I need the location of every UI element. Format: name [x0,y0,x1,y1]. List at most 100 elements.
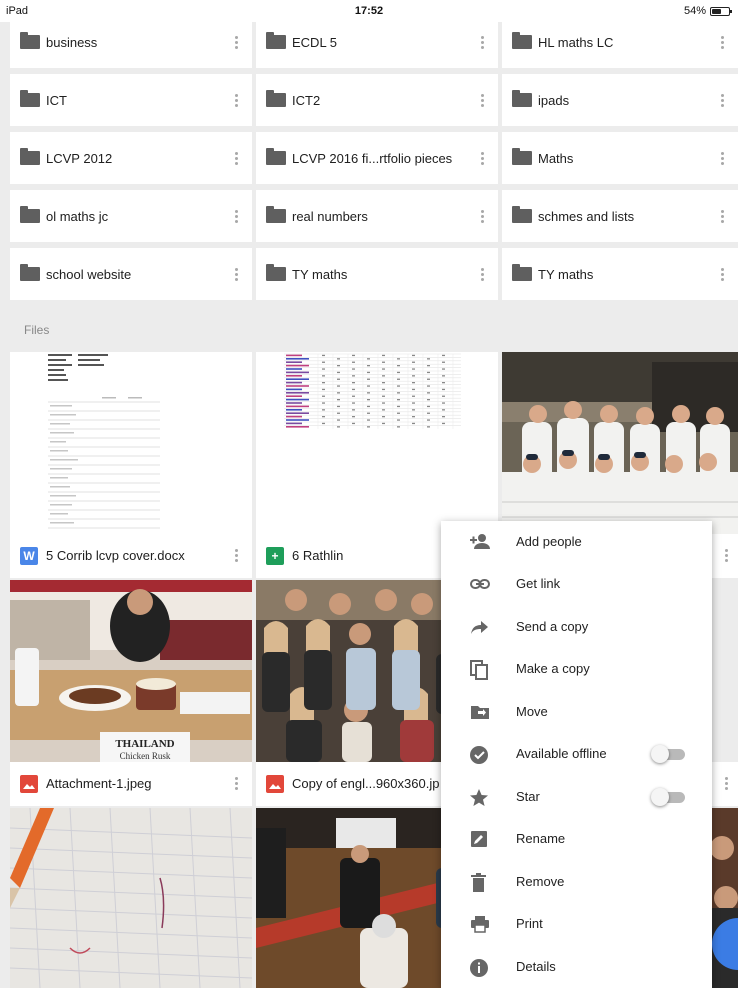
more-options-icon[interactable] [724,777,728,790]
menu-item-rename[interactable]: Rename [441,818,712,860]
folder-item[interactable]: LCVP 2016 fi...rtfolio pieces [256,132,498,184]
files-section-header: Files [0,312,738,350]
more-options-icon[interactable] [720,267,724,281]
word-doc-icon: W [20,547,38,565]
menu-item-label: Get link [516,576,561,591]
files-header-label: Files [24,323,50,337]
more-options-icon[interactable] [720,93,724,107]
info-icon [469,958,489,977]
folder-item[interactable]: TY maths [502,248,738,300]
file-context-menu: Add people Get link Send a copy Make a copy… [441,521,712,988]
file-thumbnail-team-photo[interactable] [502,352,738,534]
menu-item-remove[interactable]: Remove [441,861,712,903]
more-options-icon[interactable] [724,549,728,562]
menu-item-label: Move [516,704,548,719]
more-options-icon[interactable] [234,777,238,790]
file-item-docx[interactable]: W 5 Corrib lcvp cover.docx [10,534,252,578]
menu-item-label: Available offline [516,746,607,761]
menu-item-add-people[interactable]: Add people [441,521,712,563]
more-options-icon[interactable] [480,267,484,281]
more-options-icon[interactable] [720,151,724,165]
folder-icon [20,264,40,281]
image-file-icon [20,775,38,793]
menu-item-available-offline[interactable]: Available offline [441,733,712,775]
menu-item-get-link[interactable]: Get link [441,563,712,605]
more-options-icon[interactable] [234,209,238,223]
file-item-attachment[interactable]: Attachment-1.jpeg [10,762,252,806]
more-options-icon[interactable] [234,35,238,49]
share-arrow-icon [469,618,489,636]
folder-name: ECDL 5 [292,34,338,50]
folder-icon [266,264,286,281]
offline-check-icon [469,745,489,764]
folder-item[interactable]: schmes and lists [502,190,738,242]
more-options-icon[interactable] [720,209,724,223]
folder-name: LCVP 2016 fi...rtfolio pieces [292,150,453,166]
file-name: 6 Rathlin [292,548,344,563]
menu-item-send-a-copy[interactable]: Send a copy [441,606,712,648]
offline-toggle[interactable] [651,745,685,763]
file-thumbnail-docx[interactable] [10,352,252,534]
folder-icon [266,32,286,49]
folder-icon [20,90,40,107]
menu-item-print[interactable]: Print [441,903,712,945]
star-toggle[interactable] [651,788,685,806]
folder-name: ipads [538,92,570,108]
folder-name: Maths [538,150,574,166]
more-options-icon[interactable] [480,93,484,107]
folder-name: HL maths LC [538,34,614,50]
folder-icon [512,148,532,165]
file-thumbnail-sheet[interactable] [256,352,498,534]
trash-icon [469,873,489,892]
menu-item-label: Make a copy [516,661,590,676]
folder-item[interactable]: HL maths LC [502,16,738,68]
more-options-icon[interactable] [480,151,484,165]
file-name: 5 Corrib lcvp cover.docx [46,548,185,563]
more-options-icon[interactable] [234,151,238,165]
folder-item[interactable]: ICT2 [256,74,498,126]
file-thumbnail-notes[interactable] [10,808,252,988]
folder-item[interactable]: Maths [502,132,738,184]
folder-item[interactable]: LCVP 2012 [10,132,252,184]
folder-name: ICT2 [292,92,321,108]
folder-icon [512,206,532,223]
add-person-icon [469,533,490,551]
folder-item[interactable]: ECDL 5 [256,16,498,68]
menu-item-star[interactable]: Star [441,776,712,818]
folder-item[interactable]: TY maths [256,248,498,300]
file-name: Copy of engl...960x360.jp [292,776,440,791]
folder-icon [266,206,286,223]
more-options-icon[interactable] [720,35,724,49]
more-options-icon[interactable] [234,549,238,562]
menu-item-move[interactable]: Move [441,691,712,733]
more-options-icon[interactable] [480,35,484,49]
more-options-icon[interactable] [480,209,484,223]
menu-item-label: Star [516,789,540,804]
folder-name: business [46,34,98,50]
menu-item-label: Send a copy [516,619,589,634]
file-thumbnail-attachment[interactable]: THAILAND Chicken Rusk [10,580,252,762]
folder-item[interactable]: school website [10,248,252,300]
menu-item-make-a-copy[interactable]: Make a copy [441,648,712,690]
folder-name: real numbers [292,208,368,224]
more-options-icon[interactable] [234,93,238,107]
menu-item-label: Add people [516,534,582,549]
folder-item[interactable]: real numbers [256,190,498,242]
battery-icon [710,6,732,16]
rename-icon [469,830,489,848]
folder-icon [512,264,532,281]
menu-item-label: Remove [516,874,565,889]
folder-item[interactable]: ICT [10,74,252,126]
folder-item[interactable]: business [10,16,252,68]
folder-item[interactable]: ol maths jc [10,190,252,242]
folder-name: TY maths [538,266,594,282]
more-options-icon[interactable] [234,267,238,281]
menu-item-details[interactable]: Details [441,946,712,988]
folder-name: school website [46,266,132,282]
folder-item[interactable]: ipads [502,74,738,126]
move-folder-icon [469,703,489,721]
folder-icon [20,206,40,223]
link-icon [469,575,490,593]
print-icon [469,915,489,933]
sheets-icon: + [266,547,284,565]
